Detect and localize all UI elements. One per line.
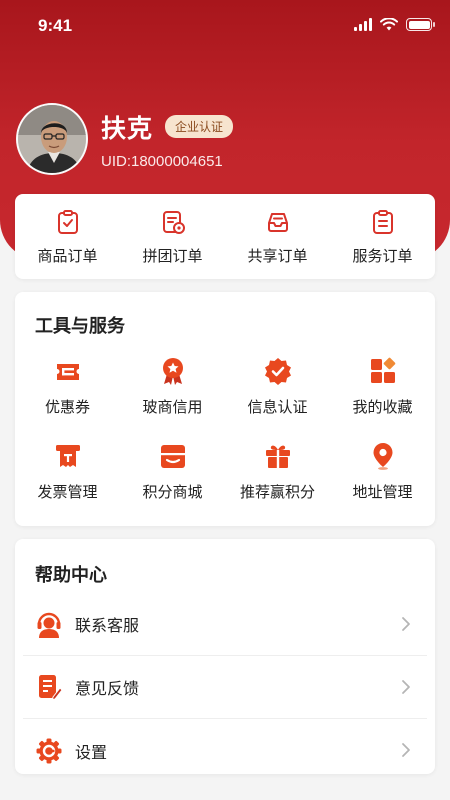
clipboard-check-icon bbox=[57, 210, 78, 234]
product-orders-button[interactable]: 商品订单 bbox=[15, 194, 120, 279]
product-orders-label: 商品订单 bbox=[37, 247, 98, 265]
signal-icon bbox=[354, 18, 372, 31]
chevron-right-icon bbox=[402, 680, 410, 694]
settings-label: 设置 bbox=[75, 742, 108, 762]
my-favorites-button[interactable]: 我的收藏 bbox=[330, 356, 435, 417]
profile-section[interactable]: 扶克 企业认证 UID:18000004651 bbox=[16, 103, 234, 175]
invoice-icon bbox=[55, 445, 80, 467]
points-mall-label: 积分商城 bbox=[142, 483, 203, 501]
contact-support-label: 联系客服 bbox=[75, 616, 140, 635]
service-orders-button[interactable]: 服务订单 bbox=[330, 194, 435, 279]
award-ribbon-icon bbox=[162, 358, 183, 385]
wifi-icon bbox=[380, 18, 398, 31]
group-orders-button[interactable]: 拼团订单 bbox=[120, 194, 225, 279]
merchant-credit-button[interactable]: 玻商信用 bbox=[120, 356, 225, 417]
feedback-label: 意见反馈 bbox=[75, 679, 140, 698]
invoice-management-label: 发票管理 bbox=[37, 483, 98, 501]
user-name: 扶克 bbox=[101, 113, 154, 143]
favorites-grid-icon bbox=[370, 357, 395, 383]
enterprise-verified-badge: 企业认证 bbox=[165, 115, 234, 138]
help-center-card: 帮助中心 联系客服 意见反馈 设置 bbox=[15, 539, 435, 774]
address-management-button[interactable]: 地址管理 bbox=[330, 441, 435, 502]
settings-row[interactable]: 设置 bbox=[23, 719, 427, 782]
group-orders-label: 拼团订单 bbox=[142, 247, 203, 265]
location-pin-icon bbox=[373, 443, 392, 470]
user-uid: UID:18000004651 bbox=[101, 152, 223, 170]
help-list: 联系客服 意见反馈 设置 bbox=[23, 593, 427, 782]
tools-grid: 优惠券 玻商信用 信息认证 我的收藏 发票管理 积分商城 推荐赢积分 地址管理 bbox=[15, 356, 435, 502]
store-icon bbox=[160, 445, 185, 468]
status-bar: 9:41 bbox=[0, 0, 450, 54]
profile-info: 扶克 企业认证 UID:18000004651 bbox=[101, 109, 234, 170]
points-mall-button[interactable]: 积分商城 bbox=[120, 441, 225, 502]
feedback-icon bbox=[39, 675, 63, 701]
referral-points-label: 推荐赢积分 bbox=[239, 483, 315, 501]
tools-section-title: 工具与服务 bbox=[35, 316, 125, 337]
my-favorites-label: 我的收藏 bbox=[352, 398, 413, 416]
name-row: 扶克 企业认证 bbox=[101, 109, 234, 145]
gift-icon bbox=[265, 445, 290, 468]
inbox-tray-icon bbox=[267, 213, 288, 232]
status-time: 9:41 bbox=[38, 16, 73, 35]
chevron-right-icon bbox=[402, 743, 410, 757]
tools-services-card: 工具与服务 优惠券 玻商信用 信息认证 我的收藏 发票管理 积分商城 推荐赢积分… bbox=[15, 292, 435, 526]
battery-icon bbox=[406, 18, 435, 31]
group-order-icon bbox=[162, 211, 185, 234]
address-management-label: 地址管理 bbox=[352, 483, 413, 501]
coupon-icon bbox=[56, 364, 79, 380]
service-orders-label: 服务订单 bbox=[352, 247, 413, 265]
referral-points-button[interactable]: 推荐赢积分 bbox=[225, 441, 330, 502]
status-icons bbox=[354, 18, 435, 31]
chevron-right-icon bbox=[402, 617, 410, 631]
info-verification-button[interactable]: 信息认证 bbox=[225, 356, 330, 417]
shared-orders-label: 共享订单 bbox=[247, 247, 308, 265]
invoice-management-button[interactable]: 发票管理 bbox=[15, 441, 120, 502]
coupons-button[interactable]: 优惠券 bbox=[15, 356, 120, 417]
avatar[interactable] bbox=[16, 103, 88, 175]
shared-orders-button[interactable]: 共享订单 bbox=[225, 194, 330, 279]
customer-service-icon bbox=[37, 612, 61, 638]
feedback-row[interactable]: 意见反馈 bbox=[23, 656, 427, 719]
info-verification-label: 信息认证 bbox=[247, 398, 308, 416]
merchant-credit-label: 玻商信用 bbox=[142, 398, 203, 416]
contact-support-row[interactable]: 联系客服 bbox=[23, 593, 427, 656]
help-section-title: 帮助中心 bbox=[35, 565, 107, 586]
clipboard-list-icon bbox=[372, 210, 393, 234]
settings-gear-icon bbox=[36, 738, 62, 763]
coupons-label: 优惠券 bbox=[44, 398, 90, 416]
verified-seal-icon bbox=[264, 358, 291, 385]
orders-card: 商品订单 拼团订单 共享订单 服务订单 bbox=[15, 194, 435, 279]
